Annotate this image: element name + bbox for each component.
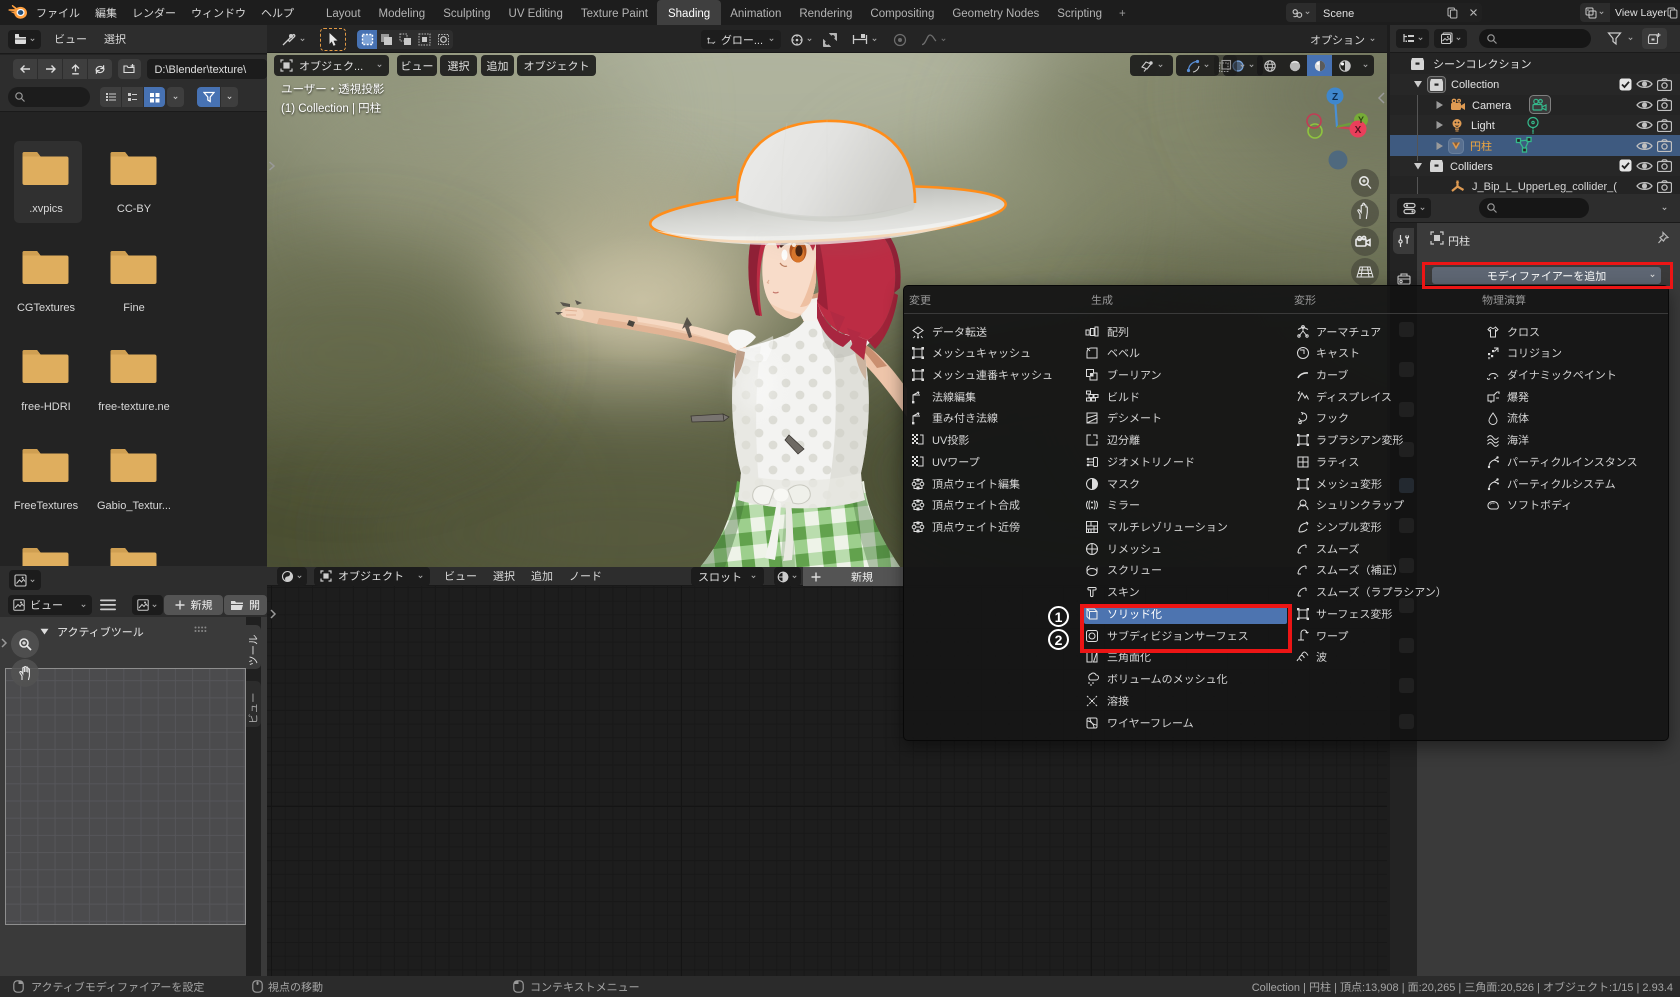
svg-text:ツール: ツール <box>246 635 261 667</box>
svg-text:Y: Y <box>1358 115 1364 125</box>
svg-text:Z: Z <box>1332 92 1338 103</box>
svg-text:X: X <box>1355 125 1362 136</box>
svg-text:ビュー: ビュー <box>246 693 261 725</box>
